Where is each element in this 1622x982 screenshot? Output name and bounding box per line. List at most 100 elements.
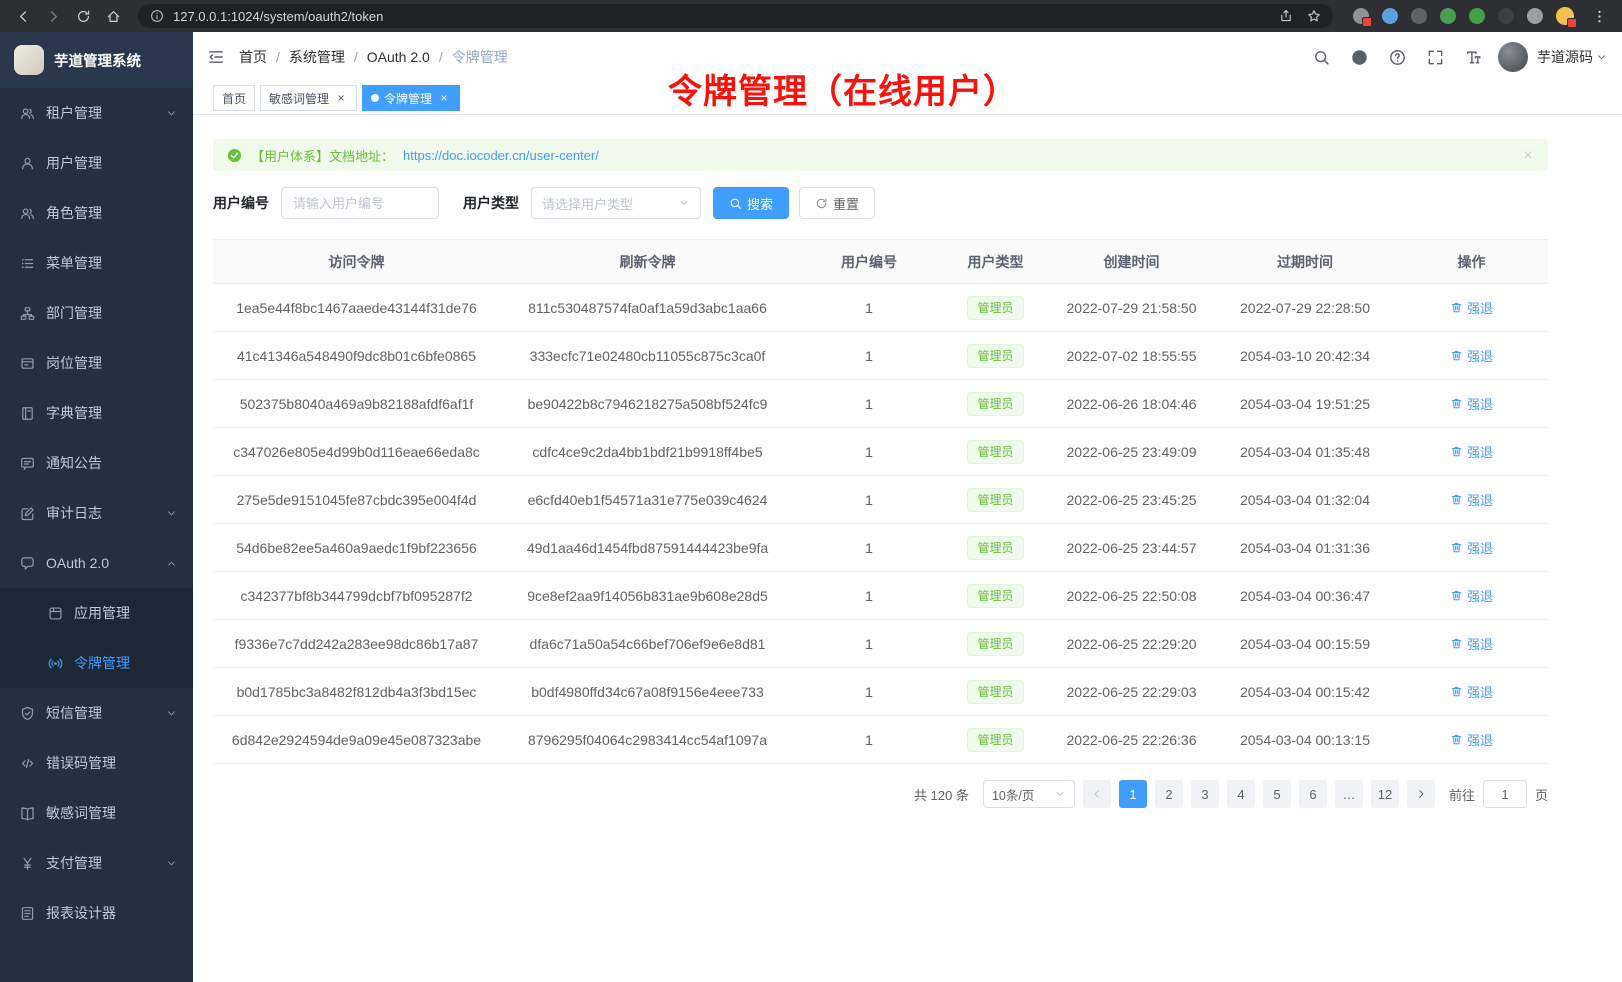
extension-black-icon[interactable] — [1498, 8, 1514, 24]
column-header-create-time: 创建时间 — [1048, 240, 1215, 284]
browser-menu-button[interactable] — [1586, 3, 1612, 29]
more-pages-button[interactable]: … — [1335, 780, 1363, 808]
force-logout-button[interactable]: 强退 — [1450, 682, 1493, 701]
sidebar-item-dict-management[interactable]: 字典管理 — [0, 388, 193, 438]
comment-icon — [20, 556, 35, 571]
user-id-input[interactable] — [281, 187, 439, 219]
sidebar-item-sms-management[interactable]: 短信管理 — [0, 688, 193, 738]
user-type-cell: 管理员 — [943, 620, 1048, 668]
next-page-button[interactable] — [1407, 780, 1435, 808]
close-alert-icon[interactable] — [1522, 149, 1534, 161]
reset-button[interactable]: 重置 — [799, 187, 875, 219]
sidebar-item-error-code-management[interactable]: 错误码管理 — [0, 738, 193, 788]
sidebar-item-audit-log[interactable]: 审计日志 — [0, 488, 193, 538]
force-logout-button[interactable]: 强退 — [1450, 586, 1493, 605]
trash-icon — [1450, 445, 1463, 458]
sidebar-item-oauth2-token[interactable]: 令牌管理 — [0, 638, 193, 688]
sidebar-item-dept-management[interactable]: 部门管理 — [0, 288, 193, 338]
user-menu[interactable]: 芋道源码 — [1498, 42, 1607, 72]
force-logout-label: 强退 — [1467, 634, 1493, 653]
extension-green-icon[interactable] — [1440, 8, 1456, 24]
tab-sensitive-word[interactable]: 敏感词管理× — [260, 85, 357, 111]
github-icon — [1351, 49, 1368, 66]
sidebar-item-menu-management[interactable]: 菜单管理 — [0, 238, 193, 288]
sidebar-item-oauth2-application[interactable]: 应用管理 — [0, 588, 193, 638]
prev-page-button[interactable] — [1083, 780, 1111, 808]
force-logout-button[interactable]: 强退 — [1450, 730, 1493, 749]
breadcrumb-item[interactable]: 系统管理 — [289, 47, 345, 67]
sidebar-item-user-management[interactable]: 用户管理 — [0, 138, 193, 188]
share-icon[interactable] — [1279, 9, 1293, 23]
submenu-oauth2: 应用管理令牌管理 — [0, 588, 193, 688]
address-bar[interactable]: 127.0.0.1:1024/system/oauth2/token — [138, 4, 1333, 28]
home-button[interactable] — [100, 3, 126, 29]
user-type-select[interactable]: 请选择用户类型 — [531, 187, 701, 219]
user-name: 芋道源码 — [1537, 47, 1593, 67]
extensions-puzzle-icon[interactable] — [1353, 8, 1369, 24]
sidebar-item-notice-management[interactable]: 通知公告 — [0, 438, 193, 488]
close-tab-icon[interactable]: × — [334, 91, 348, 105]
site-info-icon[interactable] — [150, 9, 164, 23]
sidebar-item-role-management[interactable]: 角色管理 — [0, 188, 193, 238]
breadcrumb: 首页/系统管理/OAuth 2.0/令牌管理 — [239, 47, 508, 67]
expire-time-cell: 2022-07-29 22:28:50 — [1215, 284, 1395, 332]
extension-green-x-icon[interactable] — [1469, 8, 1485, 24]
access-token-cell: 41c41346a548490f9dc8b01c6bfe0865 — [213, 332, 500, 380]
tool-fullscreen[interactable] — [1418, 40, 1452, 74]
force-logout-label: 强退 — [1467, 730, 1493, 749]
expire-time-cell: 2054-03-10 20:42:34 — [1215, 332, 1395, 380]
tool-github[interactable] — [1342, 40, 1376, 74]
bookmark-star-icon[interactable] — [1307, 9, 1321, 23]
table-row: 41c41346a548490f9dc8b01c6bfe0865333ecfc7… — [213, 332, 1548, 380]
reading-mode-icon[interactable] — [1527, 8, 1543, 24]
trash-icon — [1450, 637, 1463, 650]
page-button-1[interactable]: 1 — [1119, 780, 1147, 808]
tab-token[interactable]: 令牌管理× — [362, 85, 460, 111]
forward-button[interactable] — [40, 3, 66, 29]
page-button-4[interactable]: 4 — [1227, 780, 1255, 808]
force-logout-button[interactable]: 强退 — [1450, 538, 1493, 557]
profile-avatar-icon[interactable] — [1556, 7, 1574, 25]
force-logout-button[interactable]: 强退 — [1450, 346, 1493, 365]
sidebar-item-pay-management[interactable]: 支付管理 — [0, 838, 193, 888]
tool-search[interactable] — [1304, 40, 1338, 74]
access-token-cell: b0d1785bc3a8482f812db4a3f3bd15ec — [213, 668, 500, 716]
goto-page-input[interactable] — [1483, 780, 1527, 808]
sidebar-item-tenant-management[interactable]: 租户管理 — [0, 88, 193, 138]
extension-blue-icon[interactable] — [1382, 8, 1398, 24]
app-logo[interactable]: 芋道管理系统 — [0, 32, 193, 88]
user-type-badge: 管理员 — [967, 440, 1023, 464]
force-logout-button[interactable]: 强退 — [1450, 442, 1493, 461]
refresh-button[interactable] — [70, 3, 96, 29]
breadcrumb-item[interactable]: OAuth 2.0 — [367, 49, 430, 65]
tool-question[interactable] — [1380, 40, 1414, 74]
page-button-5[interactable]: 5 — [1263, 780, 1291, 808]
app-icon — [48, 606, 63, 621]
code-icon — [20, 756, 35, 771]
force-logout-button[interactable]: 强退 — [1450, 298, 1493, 317]
close-tab-icon[interactable]: × — [437, 91, 451, 105]
user-id-cell: 1 — [795, 332, 943, 380]
back-button[interactable] — [10, 3, 36, 29]
alert-link[interactable]: https://doc.iocoder.cn/user-center/ — [403, 148, 599, 163]
tab-home[interactable]: 首页 — [213, 85, 255, 111]
force-logout-button[interactable]: 强退 — [1450, 394, 1493, 413]
page-button-2[interactable]: 2 — [1155, 780, 1183, 808]
page-button-12[interactable]: 12 — [1371, 780, 1399, 808]
chevron-down-icon — [166, 108, 177, 119]
menu-fold-icon[interactable] — [207, 48, 225, 66]
sidebar-item-oauth2[interactable]: OAuth 2.0 — [0, 538, 193, 588]
actions-cell: 强退 — [1395, 620, 1548, 668]
sidebar-item-sensitive-word-management[interactable]: 敏感词管理 — [0, 788, 193, 838]
sidebar-item-report-designer[interactable]: 报表设计器 — [0, 888, 193, 938]
extension-dark-icon[interactable] — [1411, 8, 1427, 24]
page-size-select[interactable]: 10条/页 — [983, 780, 1075, 808]
breadcrumb-item[interactable]: 首页 — [239, 47, 267, 67]
sidebar-item-post-management[interactable]: 岗位管理 — [0, 338, 193, 388]
search-button[interactable]: 搜索 — [713, 187, 789, 219]
tool-fontsize[interactable] — [1456, 40, 1490, 74]
force-logout-button[interactable]: 强退 — [1450, 490, 1493, 509]
page-button-6[interactable]: 6 — [1299, 780, 1327, 808]
page-button-3[interactable]: 3 — [1191, 780, 1219, 808]
force-logout-button[interactable]: 强退 — [1450, 634, 1493, 653]
